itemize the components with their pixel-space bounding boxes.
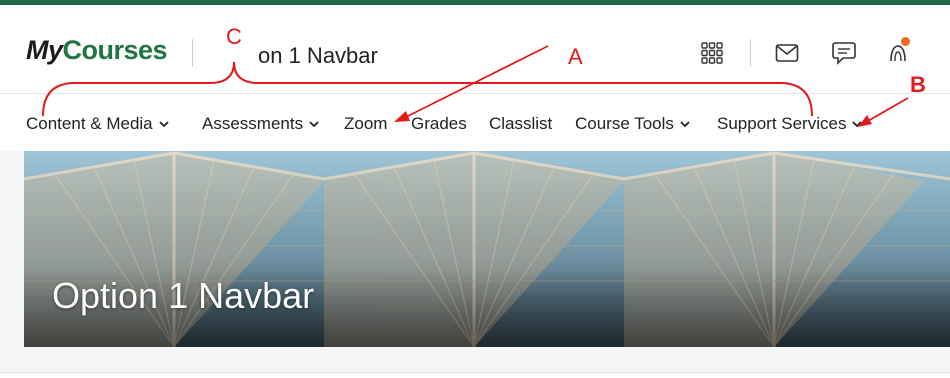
nav-item-label: Assessments (202, 114, 304, 133)
nav-item-label: Classlist (489, 114, 553, 133)
chevron-down-icon (680, 120, 690, 127)
header-divider (750, 39, 751, 67)
mycourses-logo[interactable]: MyCourses (26, 35, 168, 66)
mail-icon[interactable] (765, 31, 809, 75)
nav-item-support-services[interactable]: Support Services (717, 114, 863, 134)
nav-item-label: Support Services (717, 114, 847, 133)
annotation-label-c: C (226, 24, 242, 49)
nav-item-assessments[interactable]: Assessments (202, 114, 319, 134)
chevron-down-icon (159, 120, 169, 127)
banner-title: Option 1 Navbar (52, 275, 315, 316)
chat-icon[interactable] (822, 31, 866, 75)
notification-badge (901, 37, 910, 46)
bottom-divider (0, 372, 950, 378)
banner-area: Option 1 Navbar (0, 151, 950, 377)
course-banner-image: Option 1 Navbar (24, 151, 950, 347)
chevron-down-icon (309, 120, 319, 127)
waffle-grid-icon[interactable] (690, 31, 734, 75)
notification-icon[interactable] (876, 31, 920, 75)
course-navbar: Content & Media Assessments Zoom Grades … (0, 93, 950, 152)
nav-item-label: Grades (411, 114, 467, 133)
logo-divider (192, 39, 193, 67)
nav-item-grades[interactable]: Grades (411, 114, 467, 134)
header: MyCourses on 1 Navbar (0, 5, 950, 93)
logo-courses: Courses (62, 35, 168, 65)
annotation-label-b: B (910, 72, 926, 97)
nav-item-label: Course Tools (575, 114, 674, 133)
annotation-label-a: A (568, 44, 583, 69)
nav-item-classlist[interactable]: Classlist (489, 114, 552, 134)
nav-item-label: Content & Media (26, 114, 153, 133)
nav-item-zoom[interactable]: Zoom (344, 114, 387, 134)
logo-my: My (26, 35, 63, 65)
nav-item-label: Zoom (344, 114, 388, 133)
chevron-down-icon (852, 120, 863, 127)
nav-item-course-tools[interactable]: Course Tools (575, 114, 690, 134)
course-title[interactable]: on 1 Navbar (258, 43, 378, 69)
nav-item-content-media[interactable]: Content & Media (26, 114, 169, 134)
